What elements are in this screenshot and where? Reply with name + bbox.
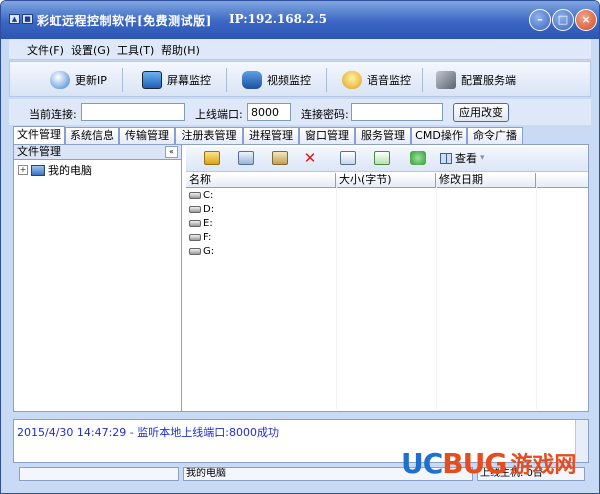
drive-icon [189, 247, 201, 255]
connection-bar: 当前连接: 上线端口: 连接密码: 应用改变 [9, 99, 591, 125]
drive-label: G: [203, 245, 215, 257]
watermark-cn: 游戏网 [510, 452, 577, 478]
tab-file-manager[interactable]: 文件管理 [13, 126, 65, 145]
minimize-button[interactable]: – [529, 9, 551, 31]
refresh-icon[interactable] [410, 151, 426, 165]
tab-cmd[interactable]: CMD操作 [411, 127, 467, 144]
monitor-icon [142, 71, 162, 89]
menu-file[interactable]: 文件(F) [27, 42, 64, 58]
list-item[interactable]: E: [186, 216, 588, 230]
tree-item-my-computer[interactable]: + 我的电脑 [18, 162, 92, 178]
folder-tree-pane: 文件管理 « + 我的电脑 [14, 145, 182, 411]
password-input[interactable] [351, 103, 443, 121]
voice-monitor-label: 语音监控 [367, 74, 411, 87]
online-port-label: 上线端口: [195, 108, 243, 121]
camera-icon [242, 71, 262, 89]
drive-label: D: [203, 203, 215, 215]
file-manager-panel: 文件管理 « + 我的电脑 ✕ 查看 ▾ 名称 大小(字节) 修改日期 C: D… [13, 144, 589, 412]
voice-monitor-button[interactable]: 语音监控 [342, 67, 411, 93]
video-monitor-button[interactable]: 视频监控 [242, 67, 311, 93]
tree-expand-icon[interactable]: + [18, 165, 28, 175]
drive-icon [189, 219, 201, 227]
drive-label: F: [203, 231, 212, 243]
download-icon[interactable] [374, 151, 390, 165]
menu-help[interactable]: 帮助(H) [161, 42, 200, 58]
video-monitor-label: 视频监控 [267, 74, 311, 87]
screen-monitor-button[interactable]: 屏幕监控 [142, 67, 211, 93]
view-menu-button[interactable]: 查看 ▾ [440, 150, 485, 166]
folder-tree-title: 文件管理 [17, 145, 61, 158]
collapse-up-icon[interactable]: ▲ [9, 14, 20, 24]
drive-label: C: [203, 189, 214, 201]
tab-broadcast[interactable]: 命令广播 [467, 127, 523, 144]
config-server-button[interactable]: 配置服务端 [436, 67, 516, 93]
tree-item-label: 我的电脑 [48, 164, 92, 177]
watermark-bug: BUG [442, 446, 507, 480]
file-list-pane: ✕ 查看 ▾ 名称 大小(字节) 修改日期 C: D: E: F: G: [186, 145, 588, 411]
file-list-header: 名称 大小(字节) 修改日期 [186, 173, 588, 188]
chevron-down-icon: ▾ [480, 153, 485, 163]
update-ip-button[interactable]: 更新IP [50, 67, 107, 93]
tab-transfer[interactable]: 传输管理 [119, 127, 175, 144]
folder-up-icon[interactable] [204, 151, 220, 165]
update-ip-label: 更新IP [75, 74, 107, 87]
list-item[interactable]: D: [186, 202, 588, 216]
toolbar-separator [326, 68, 327, 92]
tab-services[interactable]: 服务管理 [355, 127, 411, 144]
tab-registry[interactable]: 注册表管理 [175, 127, 243, 144]
list-item[interactable]: G: [186, 244, 588, 258]
current-connection-input[interactable] [81, 103, 185, 121]
headset-icon [342, 71, 362, 89]
view-menu-label: 查看 [455, 152, 477, 165]
apply-changes-button[interactable]: 应用改变 [453, 103, 509, 122]
view-grid-icon [440, 152, 452, 164]
tools-icon [436, 71, 456, 89]
computer-icon [31, 164, 45, 176]
globe-icon [50, 71, 70, 89]
upload-icon[interactable] [340, 151, 356, 165]
collapse-pane-button[interactable]: « [165, 146, 178, 158]
config-server-label: 配置服务端 [461, 74, 516, 87]
log-entry: 2015/4/30 14:47:29 - 监听本地上线端口:8000成功 [17, 426, 279, 439]
copy-icon[interactable] [238, 151, 254, 165]
toolbar-separator [422, 68, 423, 92]
tab-windows[interactable]: 窗口管理 [299, 127, 355, 144]
column-modified[interactable]: 修改日期 [436, 173, 536, 187]
file-toolbar: ✕ 查看 ▾ [186, 147, 588, 172]
tab-processes[interactable]: 进程管理 [243, 127, 299, 144]
column-name[interactable]: 名称 [186, 173, 336, 187]
window-title: 彩虹远程控制软件[免费测试版] [37, 14, 212, 28]
toolbar-separator [226, 68, 227, 92]
current-connection-label: 当前连接: [29, 108, 77, 121]
maximize-button[interactable]: □ [552, 9, 574, 31]
title-bar[interactable]: ▲ ■ 彩虹远程控制软件[免费测试版] IP:192.168.2.5 – □ × [1, 1, 599, 39]
toolbar-separator [122, 68, 123, 92]
drive-icon [189, 191, 201, 199]
screen-monitor-label: 屏幕监控 [167, 74, 211, 87]
column-size[interactable]: 大小(字节) [336, 173, 436, 187]
status-left [19, 467, 179, 481]
list-item[interactable]: F: [186, 230, 588, 244]
menu-settings[interactable]: 设置(G) [71, 42, 110, 58]
online-port-input[interactable] [247, 103, 291, 121]
drive-icon [189, 233, 201, 241]
folder-tree-header: 文件管理 « [14, 145, 181, 160]
menu-bar: 文件(F) 设置(G) 工具(T) 帮助(H) [9, 39, 591, 60]
tab-system-info[interactable]: 系统信息 [65, 127, 119, 144]
drive-label: E: [203, 217, 213, 229]
system-menu-icon[interactable]: ■ [22, 14, 33, 24]
menu-tools[interactable]: 工具(T) [117, 42, 154, 58]
drive-icon [189, 205, 201, 213]
delete-icon[interactable]: ✕ [302, 151, 318, 166]
ip-address: IP:192.168.2.5 [229, 12, 327, 26]
list-item[interactable]: C: [186, 188, 588, 202]
main-window: ▲ ■ 彩虹远程控制软件[免费测试版] IP:192.168.2.5 – □ ×… [0, 0, 600, 494]
ucbug-watermark-logo: UC BUG 游戏网 [401, 439, 593, 487]
password-label: 连接密码: [301, 108, 349, 121]
paste-icon[interactable] [272, 151, 288, 165]
close-button[interactable]: × [575, 9, 597, 31]
main-toolbar: 更新IP 屏幕监控 视频监控 语音监控 配置服务端 [9, 61, 591, 97]
watermark-uc: UC [401, 446, 443, 480]
